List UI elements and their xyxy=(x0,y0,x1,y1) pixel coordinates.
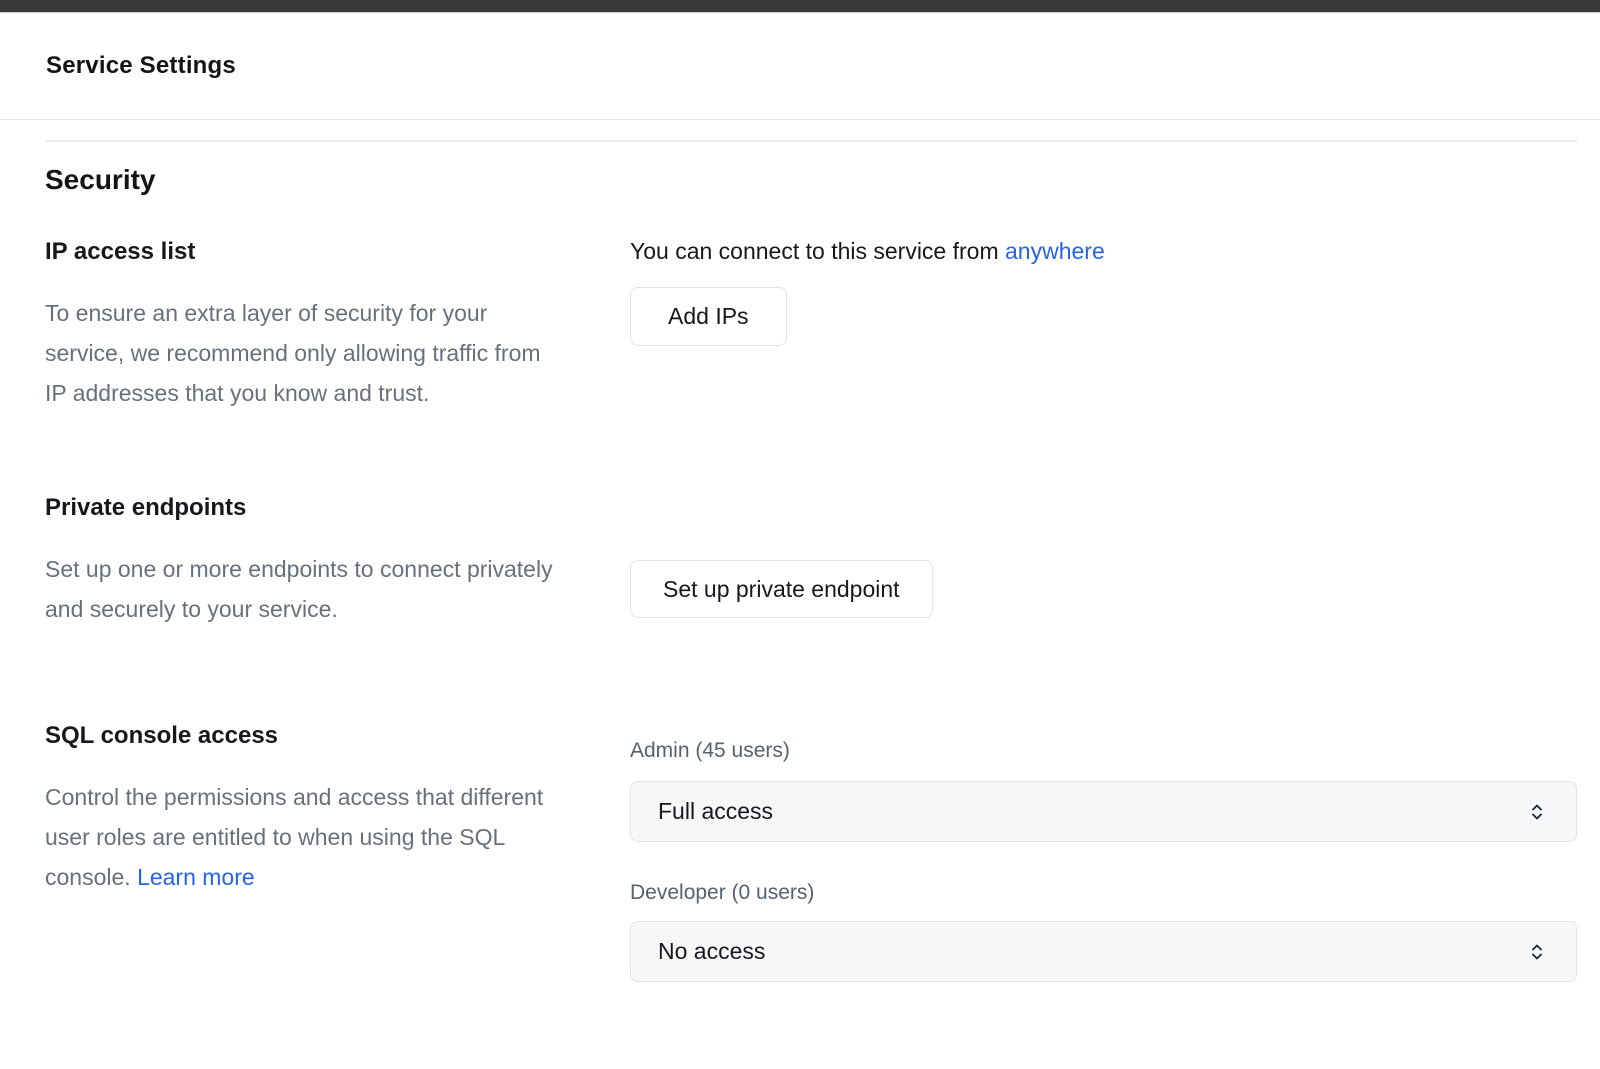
sql-console-description: Control the permissions and access that … xyxy=(45,777,580,897)
sql-console-description-text: Control the permissions and access that … xyxy=(45,784,543,890)
window-title-bar xyxy=(0,0,1600,13)
admin-role-label: Admin (45 users) xyxy=(630,738,1577,764)
add-ips-button[interactable]: Add IPs xyxy=(630,287,787,346)
anywhere-link[interactable]: anywhere xyxy=(1005,238,1105,264)
sql-console-heading: SQL console access xyxy=(45,721,630,750)
page-header: Service Settings xyxy=(0,13,1600,120)
learn-more-link[interactable]: Learn more xyxy=(137,864,255,890)
admin-access-select[interactable]: Full access xyxy=(630,781,1577,842)
private-endpoints-right: Set up private endpoint xyxy=(630,493,1577,618)
ip-access-status-text: You can connect to this service from xyxy=(630,238,1005,264)
developer-access-select[interactable]: No access xyxy=(630,921,1577,982)
sql-console-left: SQL console access Control the permissio… xyxy=(45,721,630,897)
developer-access-value: No access xyxy=(658,938,765,965)
private-endpoints-row: Private endpoints Set up one or more end… xyxy=(45,493,1577,629)
admin-access-value: Full access xyxy=(658,798,773,825)
page-title: Service Settings xyxy=(46,52,236,80)
setup-private-endpoint-button[interactable]: Set up private endpoint xyxy=(630,560,933,618)
developer-role-label: Developer (0 users) xyxy=(630,880,1577,906)
chevron-up-down-icon xyxy=(1525,940,1549,964)
chevron-up-down-icon xyxy=(1525,800,1549,824)
ip-access-list-description: To ensure an extra layer of security for… xyxy=(45,293,550,413)
ip-access-list-row: IP access list To ensure an extra layer … xyxy=(45,237,1577,413)
security-section-heading: Security xyxy=(45,163,1577,197)
sql-console-right: Admin (45 users) Full access Developer (… xyxy=(630,721,1577,982)
sql-console-access-row: SQL console access Control the permissio… xyxy=(45,721,1577,982)
ip-access-list-right: You can connect to this service from any… xyxy=(630,237,1577,346)
ip-access-list-heading: IP access list xyxy=(45,237,630,266)
settings-content: Security IP access list To ensure an ext… xyxy=(0,140,1600,982)
private-endpoints-heading: Private endpoints xyxy=(45,493,630,522)
ip-access-status-line: You can connect to this service from any… xyxy=(630,237,1577,265)
private-endpoints-description: Set up one or more endpoints to connect … xyxy=(45,549,595,629)
section-divider xyxy=(45,140,1577,142)
ip-access-list-left: IP access list To ensure an extra layer … xyxy=(45,237,630,413)
private-endpoints-left: Private endpoints Set up one or more end… xyxy=(45,493,630,629)
